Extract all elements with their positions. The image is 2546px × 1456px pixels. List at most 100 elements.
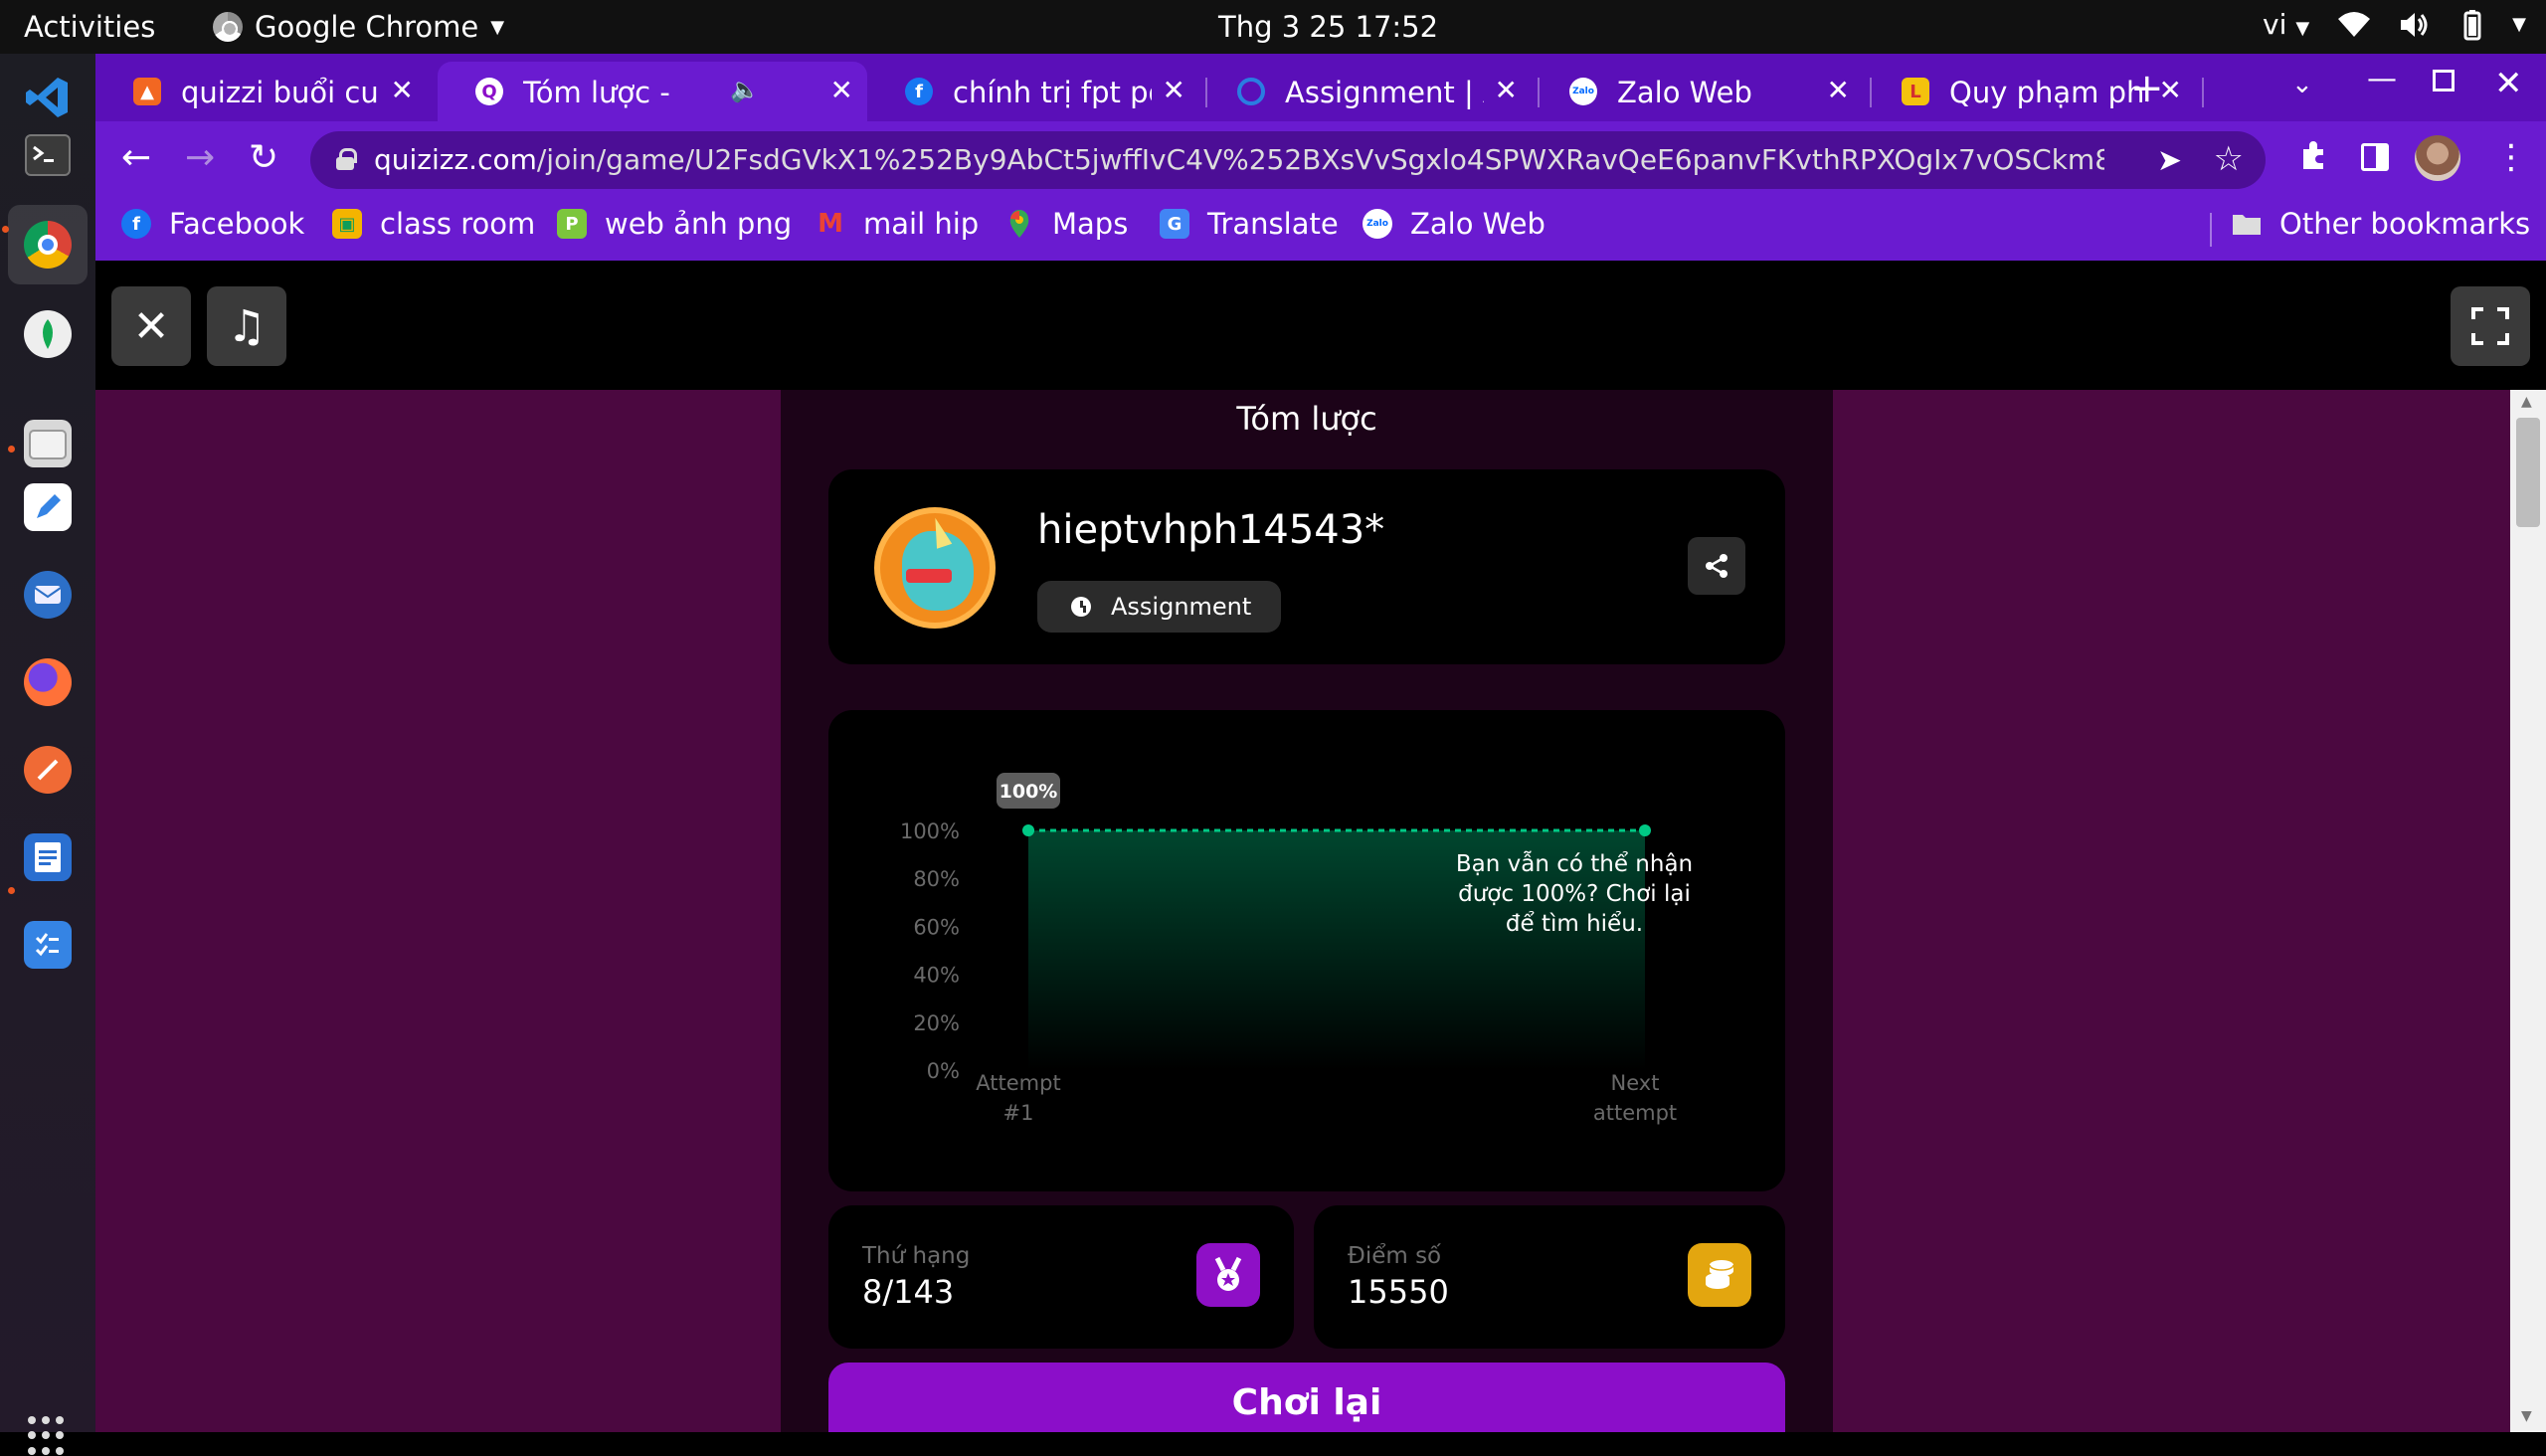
rank-value: 8/143 [862, 1273, 955, 1311]
minimize-window-icon[interactable]: — [2367, 62, 2397, 96]
score-value: 15550 [1348, 1273, 1449, 1311]
game-mode-badge: Assignment [1037, 581, 1282, 633]
y-tick-label: 0% [927, 1059, 960, 1083]
tab-separator [2202, 78, 2204, 107]
new-tab-button[interactable]: + [2130, 66, 2164, 111]
close-quiz-button[interactable]: ✕ [111, 286, 191, 366]
quizizz-favicon-icon: ▲ [133, 78, 161, 105]
dock [0, 54, 95, 1455]
play-again-label: Chơi lại [1231, 1382, 1382, 1423]
pngtree-icon: P [557, 209, 587, 239]
tab-zalo[interactable]: Zalo Zalo Web ✕ [1532, 62, 1864, 121]
battery-icon [2463, 9, 2481, 40]
activities-button[interactable]: Activities [24, 10, 155, 44]
system-clock[interactable]: Thg 3 25 17:52 [1218, 10, 1438, 44]
bookmark-maps[interactable]: Maps [1004, 207, 1128, 241]
firefox-icon[interactable] [24, 658, 72, 706]
back-button[interactable]: ← [121, 137, 151, 178]
side-panel-icon[interactable] [2361, 143, 2389, 171]
text-editor-icon[interactable] [24, 483, 72, 531]
other-bookmarks[interactable]: Other bookmarks [2232, 207, 2530, 241]
close-tab-icon[interactable]: ✕ [1495, 74, 1518, 106]
close-window-icon[interactable]: ✕ [2494, 64, 2523, 103]
tab-tom-luoc[interactable]: Q Tóm lược - 🔈 ✕ [438, 62, 867, 121]
x-tick-label: Attempt #1 [976, 1071, 1060, 1125]
page-scrollbar[interactable]: ▲ ▼ [2510, 390, 2546, 1432]
tab-search-icon[interactable]: ⌄ [2291, 70, 2313, 99]
tab-title: quizzi buổi cuố [181, 76, 380, 109]
running-indicator [8, 887, 15, 894]
close-tab-icon[interactable]: ✕ [1827, 74, 1850, 106]
extensions-icon[interactable] [2297, 139, 2329, 171]
browser-toolbar: ← → ↻ quizizz.com/join/game/U2FsdGVkX1%2… [95, 121, 2546, 199]
data-label: 100% [1000, 781, 1058, 803]
coins-icon [1688, 1243, 1751, 1307]
page-title: Tóm lược [1236, 400, 1377, 438]
fullscreen-button[interactable] [2451, 286, 2530, 366]
quiz-header: ✕ ♫ [95, 261, 2546, 390]
app-menu[interactable]: Google Chrome ▼ [213, 10, 504, 44]
close-tab-icon[interactable]: ✕ [391, 74, 414, 106]
thunderbird-icon[interactable] [24, 571, 72, 619]
send-tab-icon[interactable]: ➤ [2157, 143, 2182, 178]
music-toggle-button[interactable]: ♫ [207, 286, 286, 366]
bookmark-star-icon[interactable]: ☆ [2214, 139, 2244, 179]
vscode-icon[interactable] [24, 74, 72, 121]
y-tick-label: 100% [900, 819, 960, 843]
close-tab-icon[interactable]: ✕ [1163, 74, 1185, 106]
play-again-button[interactable]: Chơi lại [828, 1363, 1785, 1432]
player-name: hieptvhph14543* [1037, 507, 1385, 553]
scroll-up-arrow-icon[interactable]: ▲ [2521, 394, 2532, 410]
mongodb-compass-icon[interactable] [24, 310, 72, 358]
bookmark-facebook[interactable]: f Facebook [121, 207, 304, 241]
tab-assignment[interactable]: Assignment | A ✕ [1199, 62, 1532, 121]
folder-icon [2233, 215, 2261, 235]
terminal-icon[interactable] [24, 131, 72, 179]
rank-label: Thứ hạng [862, 1243, 971, 1269]
bookmark-zalo-web[interactable]: Zalo Zalo Web [1363, 207, 1546, 241]
system-tray[interactable]: vi ▼ ▼ [2263, 8, 2526, 41]
volume-icon [2401, 12, 2428, 37]
bookmark-label: Translate [1207, 207, 1339, 241]
show-applications-icon[interactable] [28, 1416, 68, 1456]
bookmark-mail-hip[interactable]: M mail hip [816, 207, 979, 241]
chart-point [1022, 824, 1034, 836]
bookmark-web-anh-png[interactable]: P web ảnh png [557, 207, 792, 241]
url-text[interactable]: quizizz.com/join/game/U2FsdGVkX1%252By9A… [374, 143, 2104, 176]
chevron-down-icon: ▼ [2512, 14, 2526, 35]
reload-button[interactable]: ↻ [249, 137, 278, 178]
scroll-down-arrow-icon[interactable]: ▼ [2521, 1408, 2532, 1424]
postman-icon[interactable] [24, 746, 72, 794]
facebook-favicon-icon: f [905, 78, 933, 105]
maps-pin-icon [1009, 210, 1029, 238]
bookmark-translate[interactable]: G Translate [1160, 207, 1339, 241]
bookmarks-separator [2210, 213, 2212, 247]
bookmark-label: class room [380, 207, 536, 241]
tab-title: Quy phạm phá [1949, 76, 2148, 109]
profile-avatar[interactable] [2415, 135, 2460, 181]
chevron-down-icon: ▼ [490, 16, 505, 38]
lock-icon[interactable] [336, 148, 357, 170]
input-language[interactable]: vi ▼ [2263, 8, 2309, 41]
summary-column: Tóm lược hieptvhph14543* Assignment 0% 2… [781, 390, 1833, 1432]
todo-icon[interactable] [24, 921, 72, 969]
forward-button[interactable]: → [185, 137, 215, 178]
share-button[interactable] [1688, 537, 1745, 595]
maximize-window-icon[interactable] [2433, 70, 2455, 91]
writer-icon[interactable] [24, 833, 72, 881]
more-menu-icon[interactable]: ⋮ [2494, 137, 2528, 177]
files-icon[interactable] [24, 420, 72, 467]
running-indicator [8, 446, 15, 453]
bookmark-label: Facebook [169, 207, 305, 241]
bookmark-class-room[interactable]: ▣ class room [332, 207, 535, 241]
close-tab-icon[interactable]: ✕ [830, 74, 853, 106]
tab-chinh-tri[interactable]: f chính trị fpt po ✕ [867, 62, 1199, 121]
chrome-icon [213, 12, 243, 42]
audio-playing-icon[interactable]: 🔈 [730, 76, 760, 103]
chrome-icon[interactable] [24, 221, 72, 269]
quizizz-favicon-icon: Q [475, 78, 503, 105]
tab-quizzi[interactable]: ▲ quizzi buổi cuố ✕ [95, 62, 428, 121]
address-bar[interactable]: quizizz.com/join/game/U2FsdGVkX1%252By9A… [310, 131, 2266, 189]
chart-point [1639, 824, 1651, 836]
scrollbar-thumb[interactable] [2516, 418, 2540, 527]
